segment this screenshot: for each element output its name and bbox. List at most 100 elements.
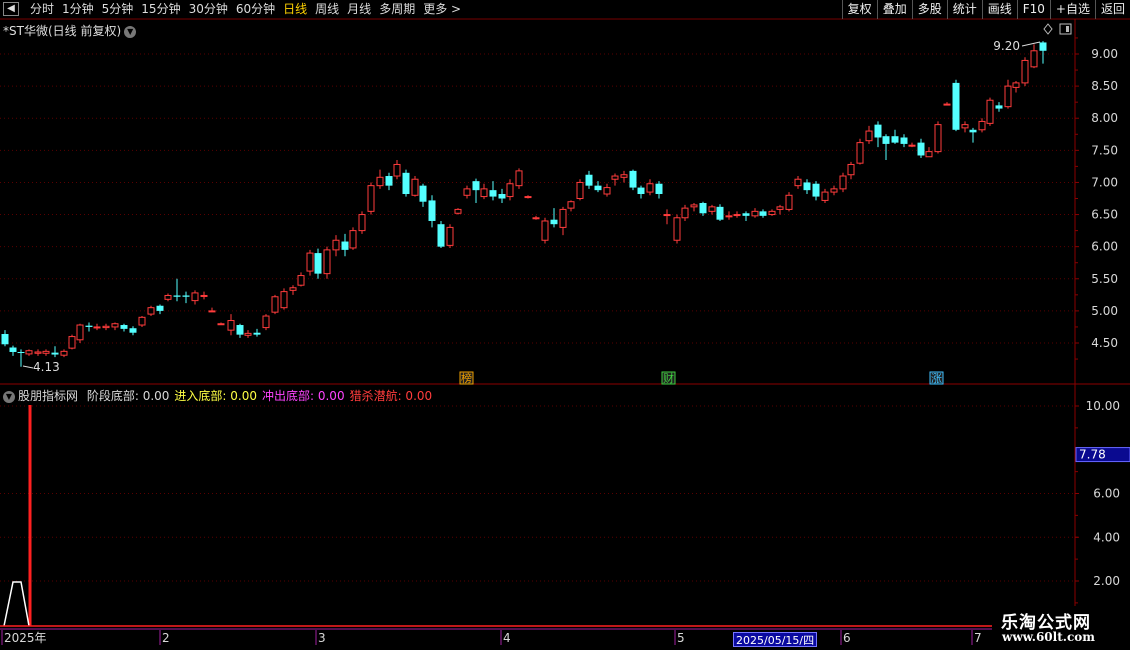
high-label-line [1021, 41, 1041, 47]
period-tab[interactable]: 60分钟 [232, 1, 279, 18]
date-label: 4 [503, 631, 511, 645]
candle-body [34, 351, 42, 354]
period-tab[interactable]: 周线 [311, 1, 343, 18]
candle-body [559, 208, 567, 228]
candle-body [244, 332, 252, 336]
candle-body [900, 137, 908, 144]
price-grid [0, 18, 1130, 630]
candle-body [446, 226, 454, 246]
date-label: 2 [162, 631, 170, 645]
period-tab[interactable]: 1分钟 [58, 1, 98, 18]
candle-body [164, 294, 172, 300]
candle-body [594, 185, 602, 191]
candle-body [655, 183, 663, 195]
candle-body [847, 163, 855, 176]
toolbar-button[interactable]: 统计 [946, 0, 982, 19]
candle-body [611, 175, 619, 180]
candle-body [785, 194, 793, 210]
price-tick-label: 8.00 [1091, 111, 1118, 125]
candle-body [463, 188, 471, 196]
candle-body [173, 295, 181, 297]
period-tab[interactable]: 月线 [343, 1, 375, 18]
candle-body [262, 315, 270, 329]
candle-body [637, 187, 645, 195]
candle-body [1039, 42, 1047, 51]
candle-body [498, 194, 506, 199]
candle-body [567, 201, 575, 209]
candle-body [768, 210, 776, 216]
candle-body [51, 352, 59, 355]
candle-body [646, 183, 654, 193]
indicator-hump [3, 581, 30, 627]
toolbar-button[interactable]: 叠加 [876, 0, 912, 19]
panel-toggle-icon-fill [1066, 26, 1069, 32]
event-tag: 榜 [461, 371, 472, 385]
toolbar-button[interactable]: F10 [1016, 0, 1050, 19]
candle-body [200, 294, 208, 297]
candle-body [76, 324, 84, 341]
high-label: 9.20 [993, 39, 1020, 53]
period-tab[interactable]: 分时 [26, 1, 58, 18]
indicator-item: 猎杀潜航: 0.00 [349, 389, 433, 403]
toolbar-button[interactable]: 复权 [841, 0, 877, 19]
candle-body [85, 325, 93, 327]
chevron-down-icon[interactable]: ▼ [3, 390, 15, 403]
stock-title: *ST华微(日线 前复权) [3, 24, 122, 38]
candle-body [120, 325, 128, 329]
period-tab[interactable]: 15分钟 [137, 1, 184, 18]
diamond-icon [1043, 23, 1053, 35]
candle-body [585, 174, 593, 186]
candle-body [332, 239, 340, 251]
toolbar-button[interactable]: 画线 [981, 0, 1017, 19]
candle-body [673, 217, 681, 241]
candle-body [349, 230, 357, 249]
candle-body [280, 291, 288, 309]
price-tick-label: 4.50 [1091, 336, 1118, 350]
period-tab[interactable]: 日线 [279, 1, 311, 18]
candle-body [681, 207, 689, 219]
candle-body [961, 124, 969, 129]
candle-body [147, 307, 155, 315]
indicator-item: 进入底部: 0.00 [174, 389, 257, 403]
indicator-item: 冲出底部: 0.00 [262, 389, 345, 403]
chevron-down-icon[interactable]: ▼ [124, 25, 137, 38]
candle-body [751, 210, 759, 217]
toolbar-button[interactable]: 多股 [911, 0, 947, 19]
indicator-current-value: 7.78 [1079, 448, 1106, 462]
candle-body [934, 124, 942, 153]
candle-body [882, 136, 890, 144]
toolbar: ◀ 分时 1分钟 5分钟 15分钟 30分钟 60分钟 日线 周线 月线 多周期 更多 > 复权 叠加… [0, 0, 1130, 19]
candle-body [532, 217, 540, 220]
period-tab[interactable]: 30分钟 [185, 1, 232, 18]
candle-body [524, 196, 532, 199]
date-label: 5 [677, 631, 685, 645]
kline-chart[interactable]: 9.20 4.13 9.00 8.50 8.00 7.50 7.00 6.50 6.00 5.5… [0, 0, 1130, 650]
indicator-item: 阶段底部: 0.00 [86, 389, 170, 403]
candle-body [803, 182, 811, 191]
candle-body [323, 249, 331, 275]
back-arrow-icon[interactable]: ◀ [3, 2, 19, 16]
candle-body [708, 206, 716, 212]
candle-body [236, 325, 244, 335]
event-tag: 涨 [931, 372, 942, 385]
event-tags: 榜财涨 [459, 371, 944, 385]
date-axis: 2025年 2 3 4 5 6 7 [1, 630, 982, 645]
period-tab[interactable]: 多周期 [375, 1, 419, 18]
toolbar-button[interactable]: +自选 [1049, 0, 1095, 19]
low-label: 4.13 [33, 360, 60, 374]
candle-body [541, 220, 549, 241]
candle-body [830, 188, 838, 193]
candle-body [978, 120, 986, 131]
period-tab[interactable]: 5分钟 [98, 1, 138, 18]
candle-body [454, 208, 462, 214]
candlestick-series: 9.20 4.13 [1, 23, 1072, 374]
indicator-name: 股朋指标网 [18, 389, 79, 403]
candle-body [1012, 82, 1020, 88]
period-tab[interactable]: 更多 > [419, 1, 465, 18]
price-tick-label: 6.00 [1091, 240, 1118, 254]
candle-body [986, 99, 994, 124]
candle-body [208, 310, 216, 313]
candle-body [138, 316, 146, 326]
candle-body [419, 185, 427, 202]
toolbar-button[interactable]: 返回 [1094, 0, 1130, 19]
